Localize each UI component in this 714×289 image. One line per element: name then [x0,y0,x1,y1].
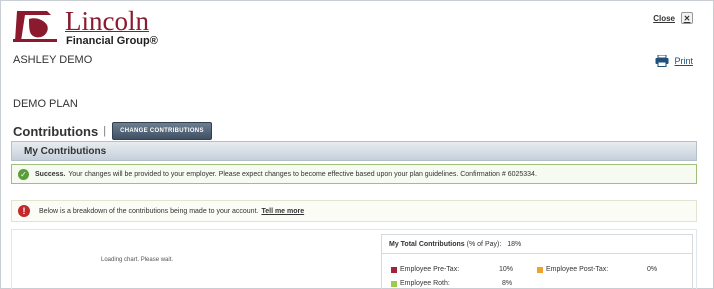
legend-label: Employee Post-Tax: [546,266,609,273]
user-name: ASHLEY DEMO [13,54,93,66]
contributions-window: Lincoln Financial Group® Close ✕ ASHLEY … [0,0,714,289]
checkmark-icon: ✓ [18,168,29,180]
legend-value: 8% [502,280,513,287]
success-text: Your changes will be provided to your em… [68,170,537,178]
legend-item: Employee Post-Tax: [537,266,608,273]
legend-value: 10% [499,266,514,273]
close-button[interactable]: Close ✕ [653,12,693,24]
alert-icon: ! [18,205,30,217]
brand-name: Lincoln [65,6,149,36]
pre-tax-swatch [391,266,397,273]
total-contributions-heading: My Total Contributions (% of Pay): 18% [382,235,692,254]
legend-label: Employee Roth: [400,280,450,287]
legend-value: 0% [647,266,658,273]
print-button[interactable]: Print [655,55,693,67]
breakdown-info: ! Below is a breakdown of the contributi… [11,200,697,222]
printer-icon[interactable] [655,55,669,67]
roth-swatch [391,280,397,287]
legend-item: Employee Roth: [391,280,450,287]
legend-item: Employee Pre-Tax: [391,266,459,273]
lincoln-logo: Lincoln Financial Group® [13,6,163,47]
close-label[interactable]: Close [653,14,675,23]
plan-name: DEMO PLAN [13,98,78,110]
lincoln-logo-icon [13,11,57,42]
post-tax-swatch [537,266,543,273]
breakdown-text: Below is a breakdown of the contribution… [39,207,259,215]
chart-loading-text: Loading chart. Please wait. [101,257,174,263]
totals-heading-label: My Total Contributions [389,241,465,248]
print-label[interactable]: Print [674,56,693,66]
legend-label: Employee Pre-Tax: [400,266,460,273]
success-message: ✓ Success. Your changes will be provided… [11,164,697,184]
tell-me-more-link[interactable]: Tell me more [261,208,304,215]
total-contribution-value: 18% [507,241,522,248]
change-contributions-button[interactable]: CHANGE CONTRIBUTIONS [112,122,212,140]
page-title: Contributions [13,123,99,139]
close-x-icon[interactable]: ✕ [681,12,693,24]
section-title: My Contributions [24,146,107,157]
contributions-header: Contributions | CHANGE CONTRIBUTIONS [13,122,212,140]
success-label: Success. [35,170,66,178]
totals-heading-suffix: (% of Pay): [466,241,502,248]
brand-subtitle: Financial Group® [66,35,158,47]
total-contributions-panel: My Total Contributions (% of Pay): 18% E… [381,234,693,289]
title-separator: | [103,125,107,137]
my-contributions-section-header: My Contributions [11,141,697,161]
